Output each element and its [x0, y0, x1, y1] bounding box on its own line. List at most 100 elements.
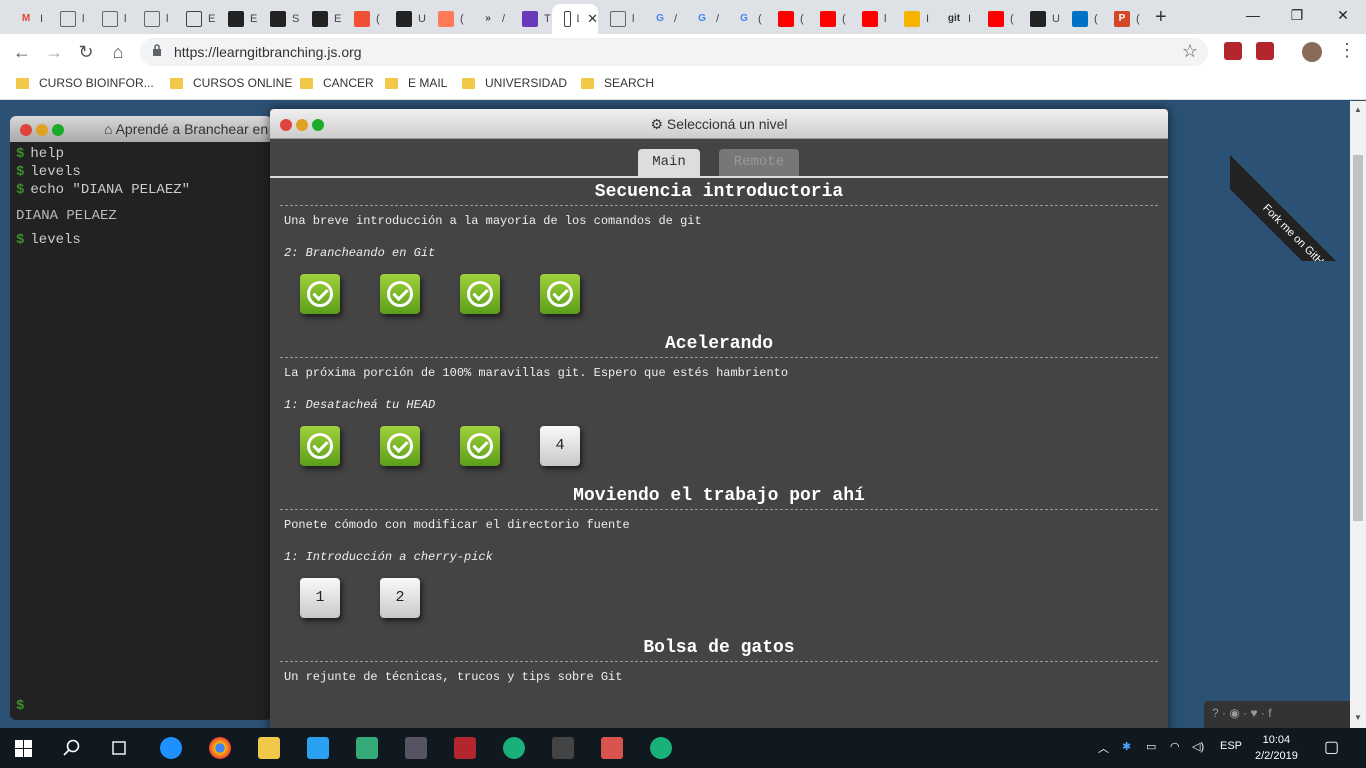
- sequence-description: La próxima porción de 100% maravillas gi…: [284, 366, 789, 380]
- tab-main[interactable]: Main: [638, 149, 700, 176]
- browser-tab[interactable]: I: [892, 4, 934, 34]
- fork-me-ribbon[interactable]: Fork me on GitHub: [1230, 101, 1366, 261]
- git-gui-icon[interactable]: [601, 737, 623, 759]
- browser-tab[interactable]: » /: [468, 4, 510, 34]
- level-button[interactable]: [300, 426, 340, 466]
- close-tab-icon[interactable]: ✕: [587, 11, 598, 27]
- mendeley-extension-icon-2[interactable]: [1256, 42, 1274, 60]
- minimize-dot-icon[interactable]: [36, 124, 48, 136]
- browser-tab[interactable]: G(: [724, 4, 766, 34]
- search-icon[interactable]: [63, 739, 81, 757]
- app-icon-3[interactable]: [552, 737, 574, 759]
- tab-title: (: [1094, 13, 1098, 25]
- battery-icon[interactable]: ▭: [1146, 740, 1156, 753]
- maximize-dot-icon[interactable]: [52, 124, 64, 136]
- menu-icon[interactable]: ⋮: [1338, 40, 1356, 61]
- level-button[interactable]: 1: [300, 578, 340, 618]
- browser-tab[interactable]: G /: [640, 4, 682, 34]
- language-indicator[interactable]: ESP: [1220, 740, 1242, 752]
- level-button[interactable]: [380, 274, 420, 314]
- bookmark-folder[interactable]: CURSO BIOINFOR...: [16, 76, 154, 90]
- bookmark-folder[interactable]: SEARCH: [581, 76, 654, 90]
- back-icon[interactable]: ←: [10, 40, 34, 64]
- level-button[interactable]: [460, 274, 500, 314]
- level-button[interactable]: [300, 274, 340, 314]
- level-button[interactable]: [540, 274, 580, 314]
- browser-tab[interactable]: git I: [934, 4, 976, 34]
- hubspot-icon: [438, 11, 454, 27]
- browser-tab[interactable]: l: [598, 4, 640, 34]
- browser-tab[interactable]: (: [426, 4, 468, 34]
- browser-tab[interactable]: T: [510, 4, 552, 34]
- scroll-up-icon[interactable]: ▲: [1354, 105, 1362, 114]
- store-icon[interactable]: [307, 737, 329, 759]
- browser-tab[interactable]: (: [766, 4, 808, 34]
- page-scrollbar[interactable]: ▲ ▼: [1350, 101, 1366, 728]
- notifications-icon[interactable]: ▢: [1324, 737, 1339, 757]
- task-view-icon[interactable]: [110, 739, 128, 757]
- level-button[interactable]: 2: [380, 578, 420, 618]
- file-explorer-icon[interactable]: [258, 737, 280, 759]
- social-links[interactable]: ? · ◉ · ♥ · f: [1204, 701, 1350, 728]
- address-bar[interactable]: https://learngitbranching.js.org ☆: [140, 38, 1208, 66]
- forward-icon[interactable]: →: [42, 40, 66, 64]
- mendeley-extension-icon[interactable]: [1224, 42, 1242, 60]
- bookmark-folder[interactable]: UNIVERSIDAD: [462, 76, 567, 90]
- ribbon-text[interactable]: Fork me on GitHub: [1230, 153, 1366, 261]
- browser-tab[interactable]: (: [342, 4, 384, 34]
- tab-title: /: [716, 13, 720, 25]
- bookmark-folder[interactable]: CURSOS ONLINE: [170, 76, 292, 90]
- tab-remote[interactable]: Remote: [719, 149, 799, 176]
- edge-icon[interactable]: [160, 737, 182, 759]
- bookmark-folder[interactable]: CANCER: [300, 76, 374, 90]
- atom-icon-2[interactable]: [650, 737, 672, 759]
- browser-tab[interactable]: (: [976, 4, 1018, 34]
- close-window-button[interactable]: ✕: [1320, 0, 1366, 30]
- browser-tab[interactable]: G /: [682, 4, 724, 34]
- doc-icon: [610, 11, 626, 27]
- browser-tab[interactable]: U: [384, 4, 426, 34]
- scroll-down-icon[interactable]: ▼: [1354, 713, 1362, 722]
- browser-tab[interactable]: l: [850, 4, 892, 34]
- browser-tab[interactable]: S: [258, 4, 300, 34]
- browser-tab[interactable]: l: [132, 4, 174, 34]
- browser-tab[interactable]: E: [300, 4, 342, 34]
- scrollbar-thumb[interactable]: [1353, 155, 1363, 521]
- tab-title: l: [82, 13, 85, 25]
- volume-icon[interactable]: ◁): [1192, 740, 1204, 753]
- level-button[interactable]: [460, 426, 500, 466]
- browser-tab[interactable]: E: [174, 4, 216, 34]
- browser-tab[interactable]: E: [216, 4, 258, 34]
- bluetooth-icon[interactable]: ✱: [1122, 740, 1131, 753]
- browser-tab[interactable]: P(: [1102, 4, 1144, 34]
- browser-tab[interactable]: MI: [6, 4, 48, 34]
- app-icon-2[interactable]: [405, 737, 427, 759]
- bookmark-folder[interactable]: E MAIL: [385, 76, 447, 90]
- browser-tab[interactable]: l: [48, 4, 90, 34]
- browser-tab[interactable]: L✕: [552, 4, 598, 34]
- windows-start-icon[interactable]: [15, 740, 32, 757]
- mendeley-icon[interactable]: [454, 737, 476, 759]
- profile-avatar[interactable]: [1302, 42, 1322, 62]
- tray-chevron-icon[interactable]: ︿: [1098, 740, 1109, 756]
- maximize-button[interactable]: ❐: [1274, 0, 1320, 30]
- level-button[interactable]: [380, 426, 420, 466]
- chrome-icon[interactable]: [209, 737, 231, 759]
- browser-tab[interactable]: U: [1018, 4, 1060, 34]
- atom-icon[interactable]: [503, 737, 525, 759]
- text-icon: git: [947, 13, 961, 24]
- home-icon[interactable]: ⌂: [106, 40, 130, 64]
- terminal-input-prompt[interactable]: $: [16, 698, 24, 714]
- browser-tab[interactable]: l: [90, 4, 132, 34]
- minimize-button[interactable]: —: [1230, 0, 1276, 30]
- clock[interactable]: 10:04 2/2/2019: [1255, 732, 1298, 764]
- browser-tab[interactable]: (: [1060, 4, 1102, 34]
- close-dot-icon[interactable]: [20, 124, 32, 136]
- level-button[interactable]: 4: [540, 426, 580, 466]
- bookmark-star-icon[interactable]: ☆: [1182, 41, 1198, 62]
- reload-icon[interactable]: ↻: [74, 40, 98, 64]
- app-icon-1[interactable]: [356, 737, 378, 759]
- wifi-icon[interactable]: ◠: [1170, 740, 1180, 753]
- browser-tab[interactable]: (: [808, 4, 850, 34]
- new-tab-button[interactable]: +: [1155, 6, 1167, 29]
